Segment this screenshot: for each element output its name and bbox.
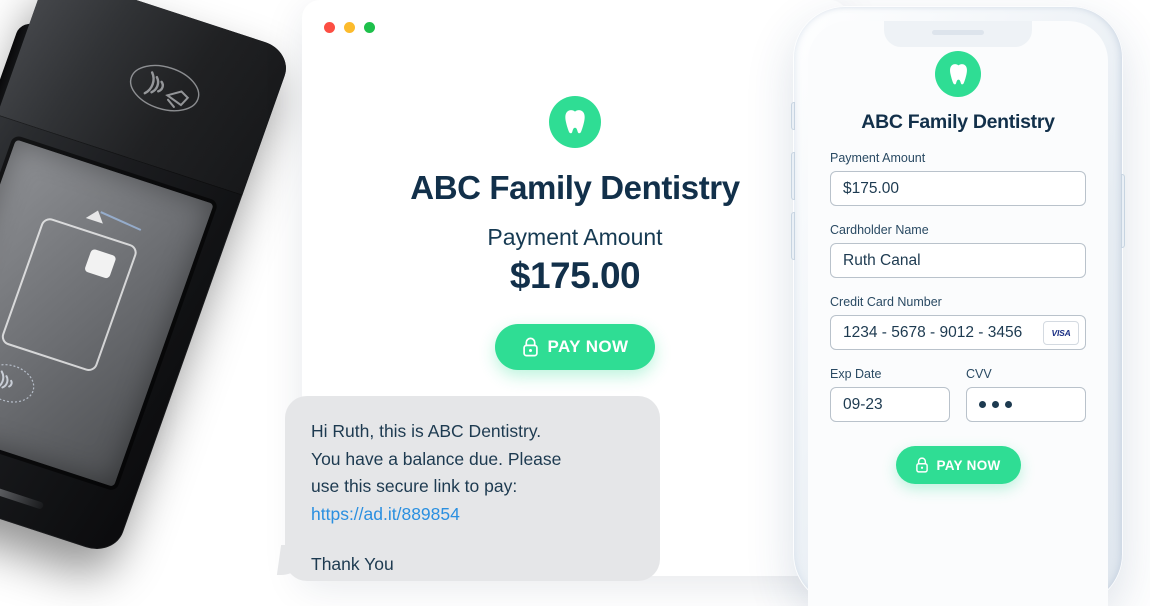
amount-value: $175.00 — [509, 255, 641, 297]
terminal-screen — [0, 139, 214, 487]
phone-notch — [884, 21, 1032, 47]
phone-pay-now-label: PAY NOW — [936, 457, 1001, 473]
insert-arrow-icon — [85, 207, 107, 224]
visa-card-brand-icon: VISA — [1043, 320, 1079, 345]
exp-cvv-row: Exp Date 09-23 CVV — [830, 367, 1086, 422]
sms-closing: Thank You — [311, 553, 394, 574]
cvv-label: CVV — [966, 367, 992, 381]
exp-date-label: Exp Date — [830, 367, 882, 381]
cardholder-name-field-group: Cardholder Name Ruth Canal — [830, 223, 1086, 278]
payment-amount-label: Payment Amount — [830, 151, 926, 165]
sms-line-2: You have a balance due. Please — [311, 448, 562, 469]
credit-card-number-value: 1234 - 5678 - 9012 - 3456 — [843, 323, 1023, 341]
payment-page: ABC Family Dentistry Payment Amount $175… — [302, 96, 848, 371]
phone-page-title: ABC Family Dentistry — [861, 111, 1055, 133]
brand-logo — [549, 96, 601, 148]
phone-mute-switch[interactable] — [791, 102, 795, 130]
exp-date-input[interactable]: 09-23 — [830, 387, 950, 422]
tooth-icon — [949, 63, 967, 84]
phone-volume-down-button[interactable] — [791, 212, 795, 260]
pay-now-label: PAY NOW — [547, 337, 629, 357]
payment-amount-input[interactable]: $175.00 — [830, 171, 1086, 206]
phone-screen: ABC Family Dentistry Payment Amount $175… — [808, 21, 1108, 606]
scene: ABC Family Dentistry Payment Amount $175… — [0, 0, 1150, 606]
sms-message-bubble: Hi Ruth, this is ABC Dentistry. You have… — [285, 396, 660, 581]
amount-label: Payment Amount — [487, 224, 663, 251]
sms-line-1: Hi Ruth, this is ABC Dentistry. — [311, 421, 542, 441]
cvv-field-group: CVV — [966, 367, 1086, 422]
cardholder-name-input[interactable]: Ruth Canal — [830, 243, 1086, 278]
card-outline-graphic — [0, 215, 140, 374]
card-chip-icon — [83, 248, 117, 280]
phone-pay-now-button[interactable]: PAY NOW — [895, 446, 1021, 484]
payment-amount-field-group: Payment Amount $175.00 — [830, 151, 1086, 206]
phone-volume-up-button[interactable] — [791, 152, 795, 200]
cardholder-name-label: Cardholder Name — [830, 223, 929, 237]
cvv-input[interactable] — [966, 387, 1086, 422]
phone-power-button[interactable] — [1121, 174, 1125, 248]
phone-earpiece-speaker — [932, 30, 984, 35]
insert-arrow-line — [100, 211, 142, 231]
close-button[interactable] — [324, 22, 335, 33]
tooth-icon — [565, 110, 585, 134]
cvv-masked-value — [979, 401, 1012, 408]
credit-card-number-label: Credit Card Number — [830, 295, 942, 309]
phone-payment-form: ABC Family Dentistry Payment Amount $175… — [808, 21, 1108, 484]
page-title: ABC Family Dentistry — [410, 169, 740, 206]
smartphone-mockup: ABC Family Dentistry Payment Amount $175… — [791, 6, 1125, 606]
credit-card-number-field-group: Credit Card Number 1234 - 5678 - 9012 - … — [830, 295, 1086, 350]
minimize-button[interactable] — [344, 22, 355, 33]
nfc-contactless-icon — [129, 64, 200, 112]
maximize-button[interactable] — [364, 22, 375, 33]
lock-icon — [916, 457, 929, 473]
lock-icon — [522, 337, 538, 357]
window-controls — [324, 22, 375, 33]
nfc-contactless-screen-icon — [0, 364, 35, 403]
pay-now-button[interactable]: PAY NOW — [495, 324, 655, 371]
exp-date-field-group: Exp Date 09-23 — [830, 367, 950, 422]
credit-card-number-input[interactable]: 1234 - 5678 - 9012 - 3456 VISA — [830, 315, 1086, 350]
sms-payment-link[interactable]: https://ad.it/889854 — [311, 501, 634, 529]
phone-brand-logo — [935, 51, 981, 97]
terminal-speaker-grille — [0, 473, 45, 510]
sms-line-3: use this secure link to pay: — [311, 476, 518, 497]
